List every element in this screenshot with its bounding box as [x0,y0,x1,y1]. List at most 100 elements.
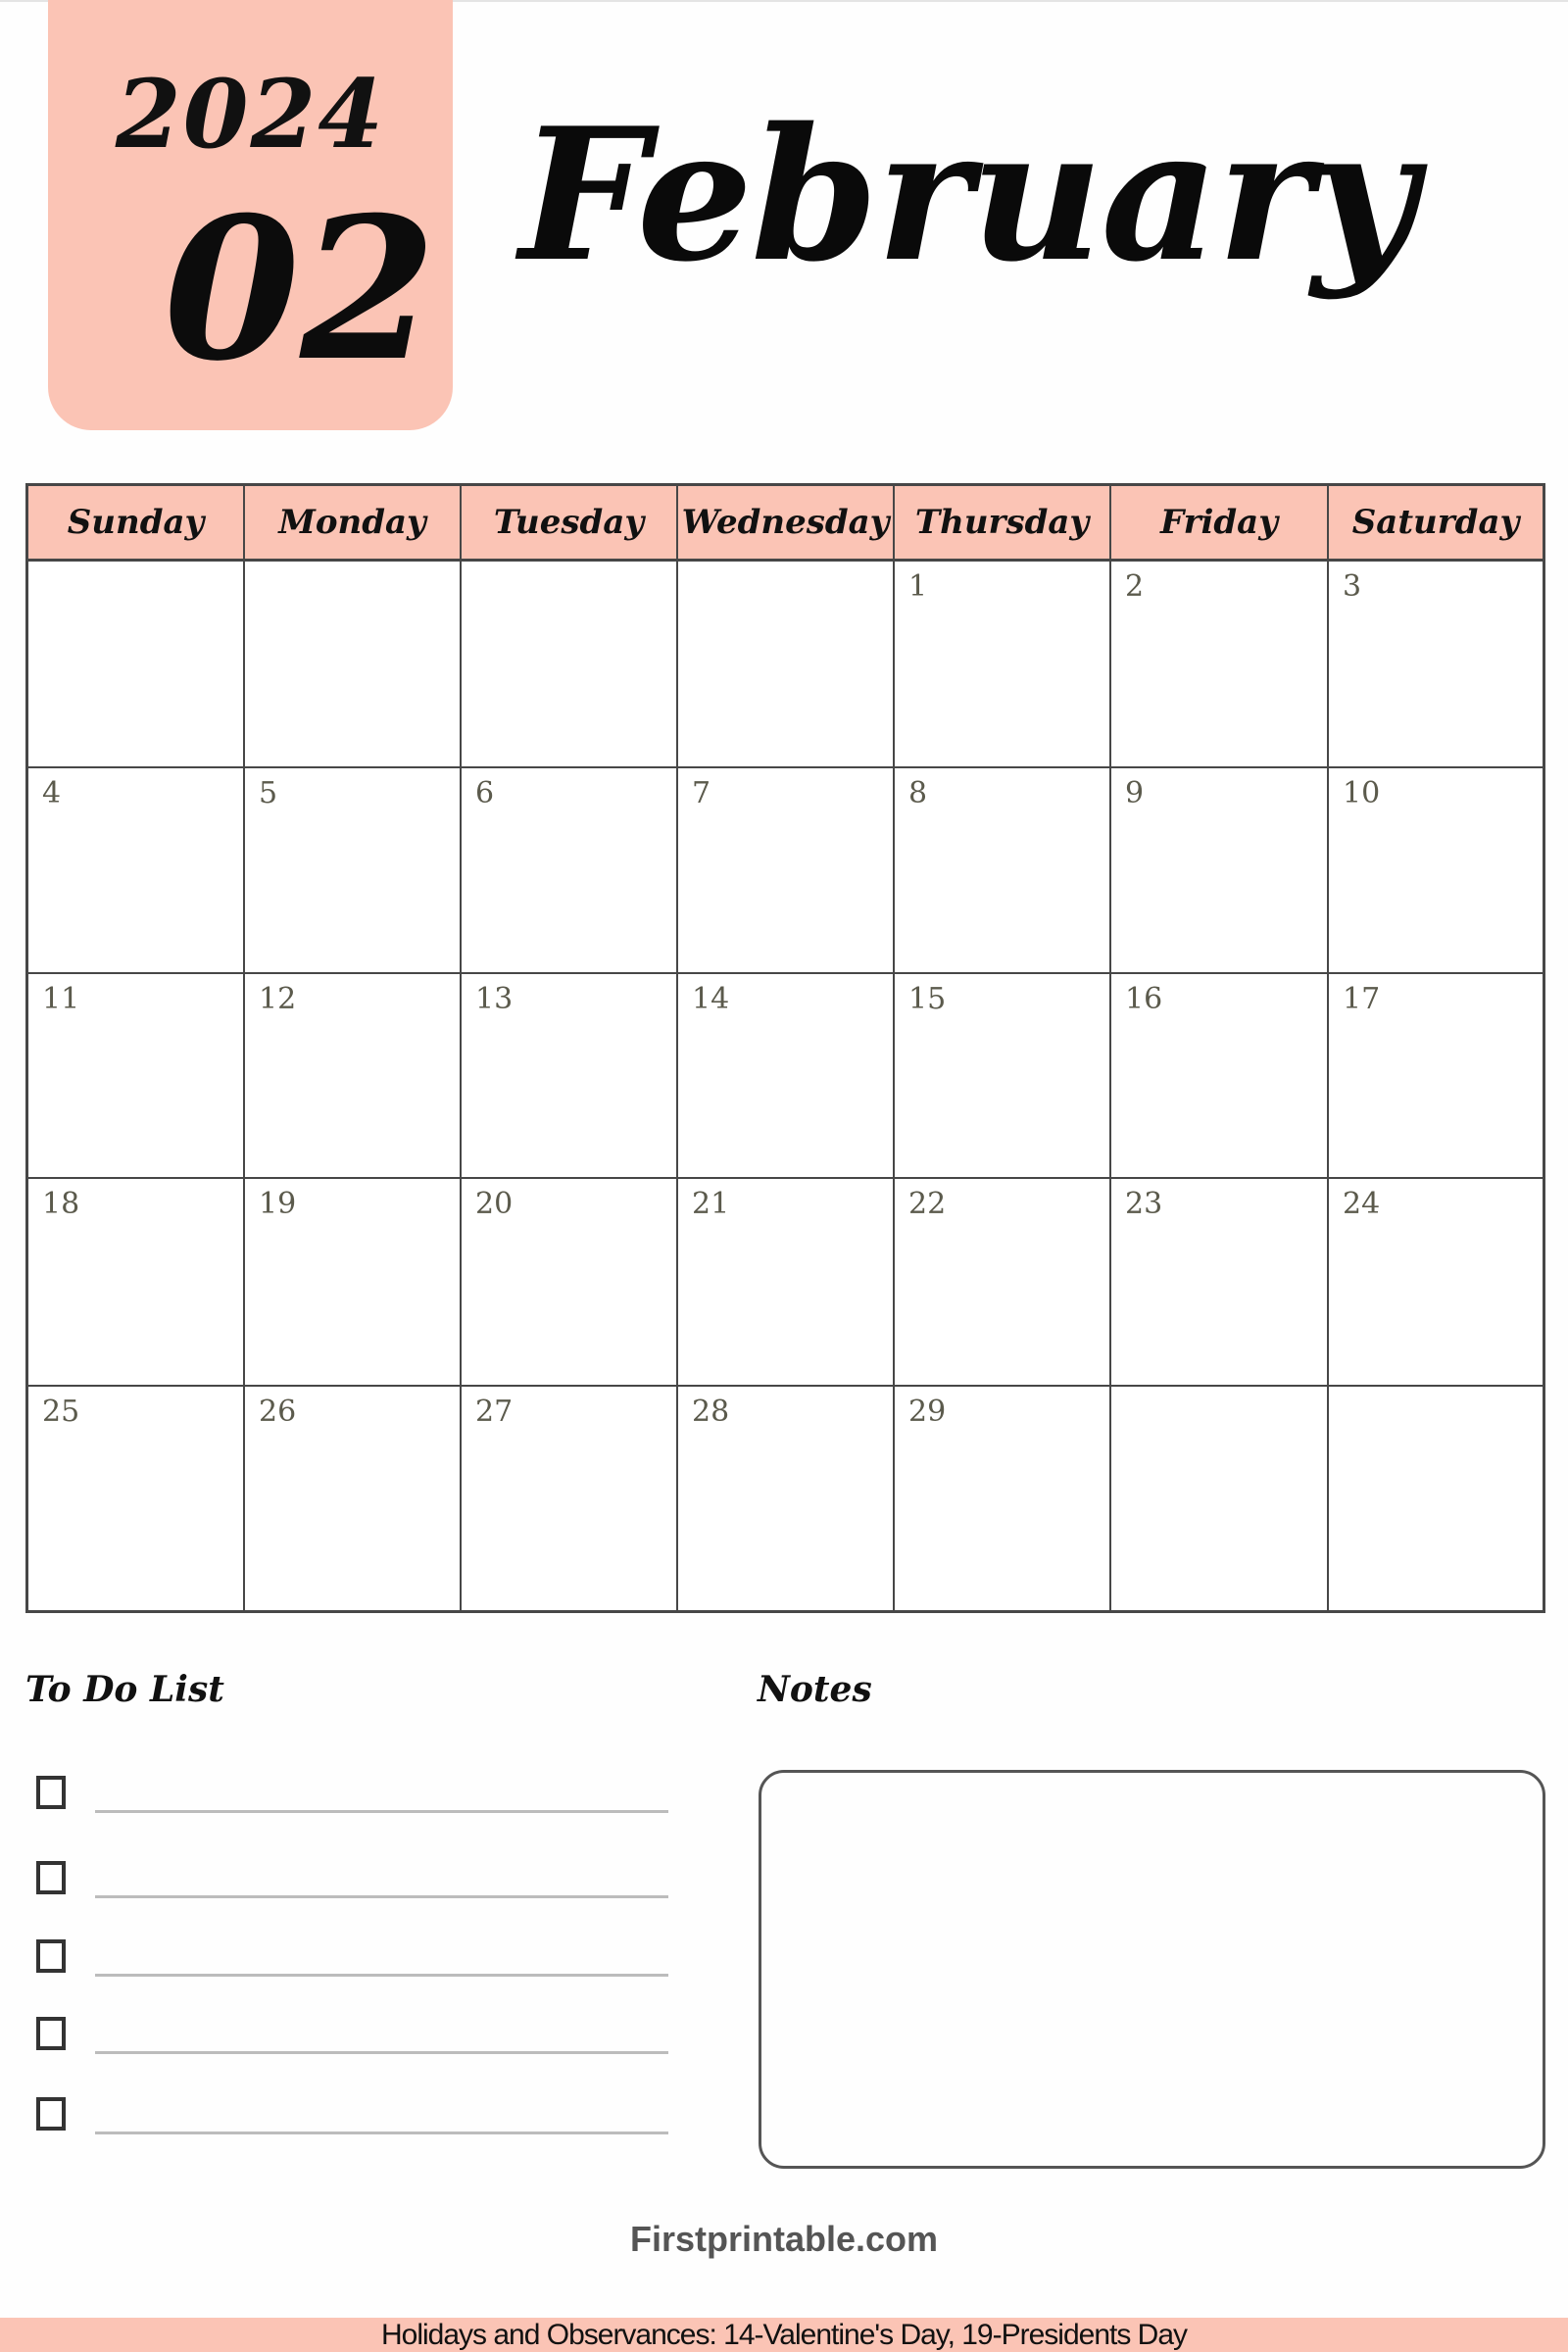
day-cell[interactable] [462,562,678,768]
brand-watermark: Firstprintable.com [629,2219,939,2259]
day-number: 25 [42,1395,80,1429]
day-cell[interactable]: 7 [678,768,895,974]
day-cell[interactable]: 10 [1329,768,1543,974]
day-cell[interactable]: 24 [1329,1179,1543,1387]
day-number: 23 [1125,1187,1163,1221]
day-cell[interactable]: 1 [895,562,1111,768]
day-number: 28 [692,1395,730,1429]
checkbox-icon[interactable] [36,2097,66,2131]
week-row: 25 26 27 28 29 [28,1387,1543,1610]
day-cell[interactable]: 3 [1329,562,1543,768]
day-number: 26 [259,1395,297,1429]
todo-line[interactable] [95,1974,668,1977]
day-cell[interactable]: 4 [28,768,245,974]
week-row: 18 19 20 21 22 23 24 [28,1179,1543,1387]
day-cell[interactable] [28,562,245,768]
day-cell[interactable]: 5 [245,768,462,974]
day-cell[interactable] [1329,1387,1543,1610]
day-cell[interactable]: 16 [1111,974,1329,1179]
checkbox-icon[interactable] [36,2017,66,2050]
day-number: 9 [1125,776,1145,810]
day-cell[interactable]: 26 [245,1387,462,1610]
notes-area[interactable] [759,1770,1545,2169]
day-cell[interactable] [245,562,462,768]
day-cell[interactable] [678,562,895,768]
todo-title: To Do List [25,1669,224,1710]
calendar-grid: Sunday Monday Tuesday Wednesday Thursday… [25,483,1545,1613]
day-number: 27 [475,1395,514,1429]
day-number: 20 [475,1187,514,1221]
day-number: 2 [1125,569,1145,604]
week-row: 1 2 3 [28,562,1543,768]
todo-item [36,1776,668,1815]
day-cell[interactable]: 27 [462,1387,678,1610]
date-badge: 2024 02 [48,0,453,430]
day-cell[interactable]: 17 [1329,974,1543,1179]
weekday-sunday: Sunday [28,486,245,562]
day-number: 13 [475,982,514,1016]
checkbox-icon[interactable] [36,1939,66,1973]
day-number: 21 [692,1187,730,1221]
day-cell[interactable]: 29 [895,1387,1111,1610]
day-cell[interactable]: 18 [28,1179,245,1387]
checkbox-icon[interactable] [36,1861,66,1894]
month-number: 02 [164,174,437,405]
day-cell[interactable]: 11 [28,974,245,1179]
todo-line[interactable] [95,2051,668,2054]
day-cell[interactable]: 25 [28,1387,245,1610]
todo-item [36,1939,668,1979]
day-number: 3 [1343,569,1362,604]
todo-line[interactable] [95,1895,668,1898]
weekday-thursday: Thursday [895,486,1111,562]
week-row: 4 5 6 7 8 9 10 [28,768,1543,974]
day-number: 17 [1343,982,1381,1016]
day-cell[interactable]: 8 [895,768,1111,974]
day-cell[interactable]: 14 [678,974,895,1179]
day-number: 15 [908,982,947,1016]
day-number: 18 [42,1187,80,1221]
day-number: 22 [908,1187,947,1221]
day-cell[interactable]: 13 [462,974,678,1179]
day-cell[interactable]: 12 [245,974,462,1179]
weekday-header-row: Sunday Monday Tuesday Wednesday Thursday… [28,486,1543,562]
week-row: 11 12 13 14 15 16 17 [28,974,1543,1179]
day-cell[interactable]: 19 [245,1179,462,1387]
todo-line[interactable] [95,2132,668,2134]
day-cell[interactable]: 23 [1111,1179,1329,1387]
day-cell[interactable] [1111,1387,1329,1610]
holidays-footer: Holidays and Observances: 14-Valentine's… [0,2318,1568,2352]
day-number: 16 [1125,982,1163,1016]
month-title: February [519,87,1417,302]
todo-item [36,2097,668,2136]
day-cell[interactable]: 20 [462,1179,678,1387]
todo-item [36,2017,668,2056]
day-cell[interactable]: 9 [1111,768,1329,974]
day-number: 1 [908,569,928,604]
day-number: 6 [475,776,495,810]
day-cell[interactable]: 2 [1111,562,1329,768]
day-number: 11 [42,982,80,1016]
day-cell[interactable]: 28 [678,1387,895,1610]
day-number: 4 [42,776,62,810]
day-number: 24 [1343,1187,1381,1221]
year-label: 2024 [115,59,386,170]
day-number: 8 [908,776,928,810]
day-cell[interactable]: 21 [678,1179,895,1387]
weekday-monday: Monday [245,486,462,562]
weekday-tuesday: Tuesday [462,486,678,562]
day-number: 12 [259,982,297,1016]
day-cell[interactable]: 15 [895,974,1111,1179]
day-number: 19 [259,1187,297,1221]
checkbox-icon[interactable] [36,1776,66,1809]
weekday-wednesday: Wednesday [678,486,895,562]
day-number: 5 [259,776,278,810]
day-number: 10 [1343,776,1381,810]
weekday-friday: Friday [1111,486,1329,562]
day-cell[interactable]: 6 [462,768,678,974]
weekday-saturday: Saturday [1329,486,1543,562]
day-number: 14 [692,982,730,1016]
day-cell[interactable]: 22 [895,1179,1111,1387]
todo-line[interactable] [95,1810,668,1813]
notes-title: Notes [758,1669,872,1710]
day-number: 29 [908,1395,947,1429]
